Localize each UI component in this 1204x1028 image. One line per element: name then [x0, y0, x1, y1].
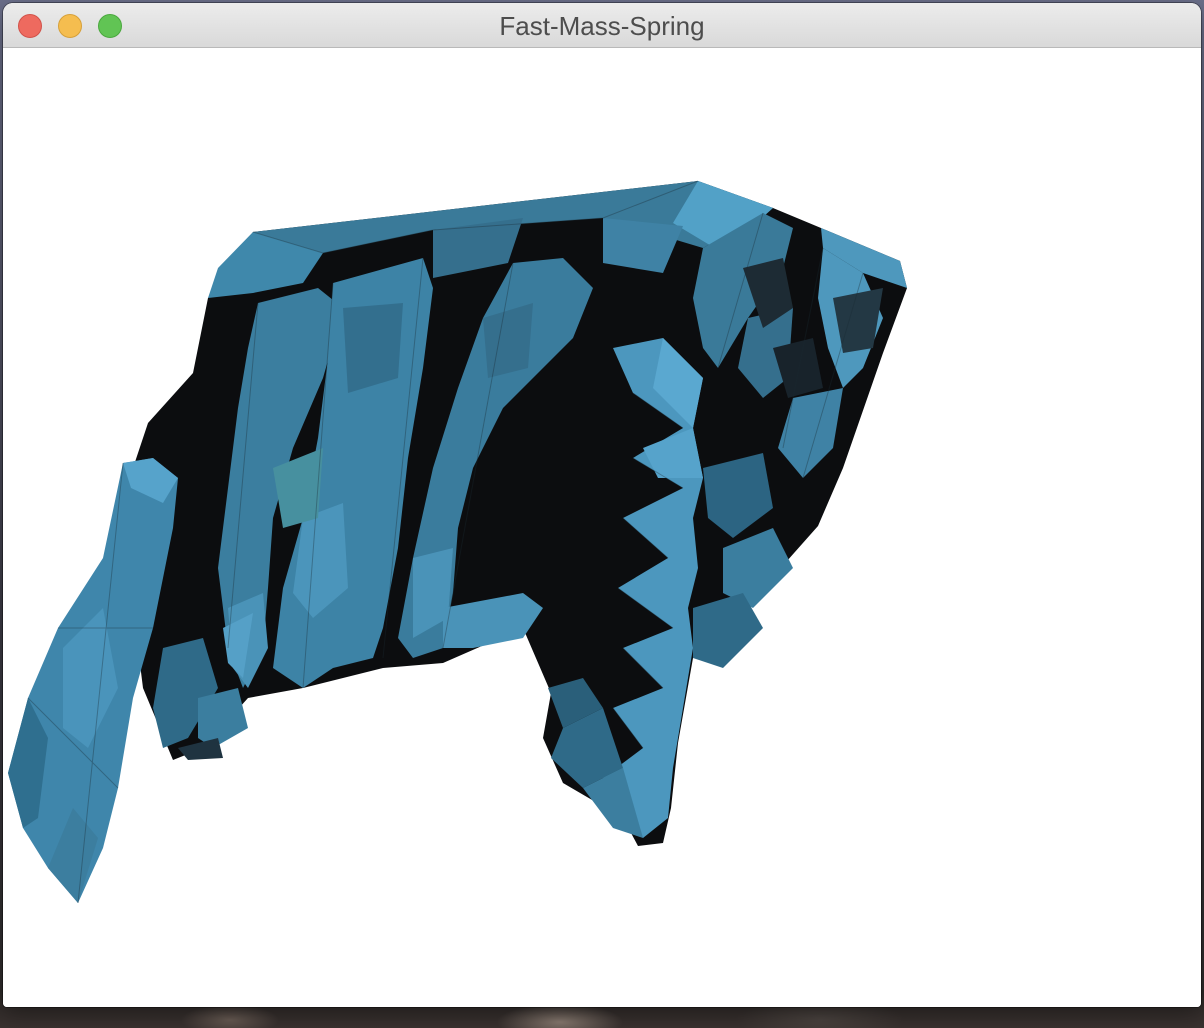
minimize-button[interactable] [58, 14, 82, 38]
zoom-button[interactable] [98, 14, 122, 38]
window-title: Fast-Mass-Spring [499, 11, 705, 41]
cloth-mesh-render [8, 180, 907, 904]
app-window[interactable]: Fast-Mass-Spring [3, 3, 1201, 1007]
close-button[interactable] [18, 14, 42, 38]
opengl-viewport[interactable] [3, 48, 1201, 1007]
title-bar[interactable]: Fast-Mass-Spring [3, 3, 1201, 48]
